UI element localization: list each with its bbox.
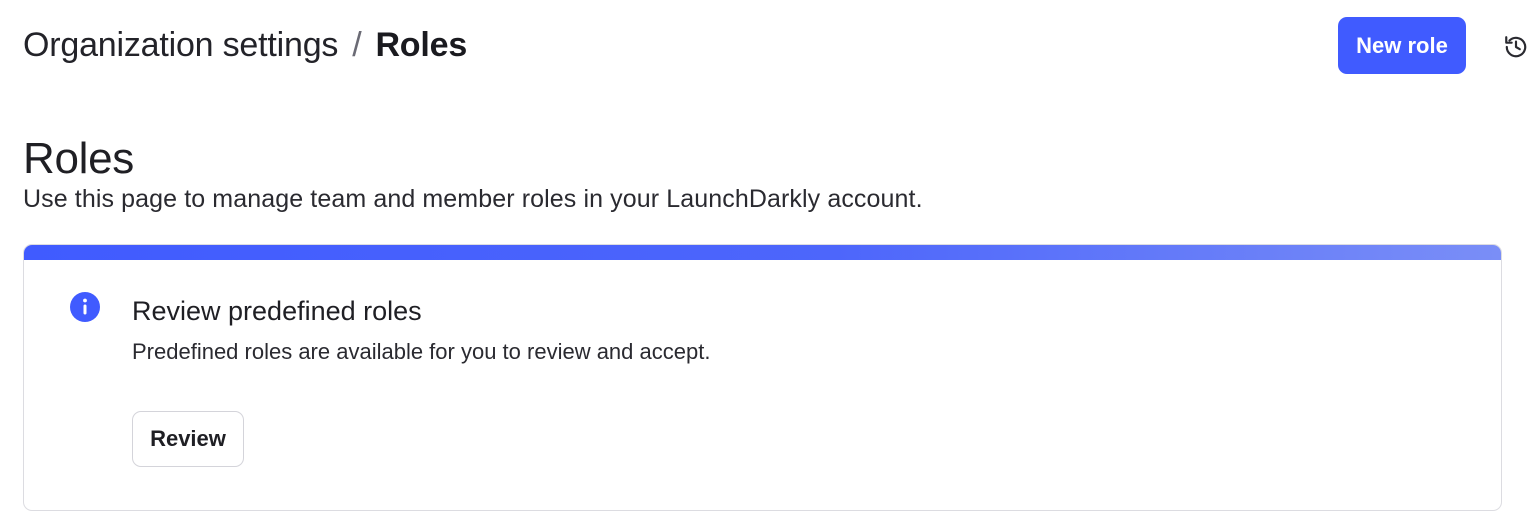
- breadcrumb-organization-settings[interactable]: Organization settings: [23, 24, 338, 66]
- info-icon: [70, 292, 100, 322]
- review-predefined-roles-callout: Review predefined roles Predefined roles…: [23, 244, 1502, 511]
- callout-accent-bar: [24, 245, 1501, 260]
- callout-body: Predefined roles are available for you t…: [132, 339, 711, 364]
- page-description: Use this page to manage team and member …: [23, 185, 923, 213]
- new-role-button[interactable]: New role: [1338, 17, 1466, 74]
- history-button[interactable]: [1501, 32, 1531, 62]
- page-header: Organization settings / Roles New role: [23, 0, 1538, 92]
- history-clock-icon: [1505, 36, 1527, 58]
- callout-title: Review predefined roles: [132, 296, 422, 326]
- roles-page: Organization settings / Roles New role R…: [0, 0, 1538, 528]
- breadcrumb: Organization settings / Roles: [23, 24, 467, 66]
- breadcrumb-current-roles: Roles: [375, 26, 468, 64]
- page-title: Roles: [23, 134, 134, 183]
- review-button[interactable]: Review: [132, 411, 244, 467]
- breadcrumb-separator: /: [352, 26, 362, 64]
